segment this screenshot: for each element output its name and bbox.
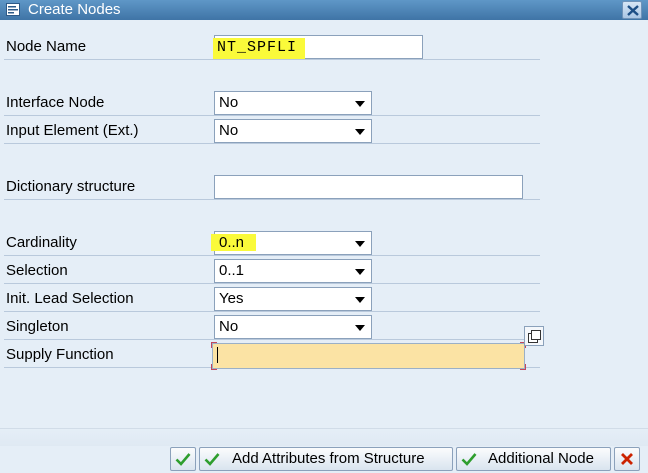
checkmark-icon [461, 453, 477, 466]
chevron-down-icon [355, 297, 365, 303]
footer-separator [0, 428, 648, 446]
corner-marker [211, 342, 217, 348]
interface-node-select[interactable]: No [214, 91, 372, 115]
cardinality-label: Cardinality [6, 234, 77, 251]
cancel-button[interactable] [614, 447, 640, 471]
corner-marker [211, 364, 217, 370]
input-element-label: Input Element (Ext.) [6, 122, 139, 139]
window-icon [6, 3, 20, 16]
ok-button[interactable] [170, 447, 196, 471]
supply-function-input[interactable] [211, 342, 526, 370]
node-name-input[interactable]: NT_SPFLI [213, 35, 423, 59]
dictionary-structure-input[interactable] [214, 175, 523, 199]
singleton-label: Singleton [6, 318, 69, 335]
cancel-x-icon [621, 453, 633, 465]
dictionary-structure-label: Dictionary structure [6, 178, 136, 195]
close-icon [627, 5, 639, 16]
cardinality-select[interactable]: 0..n [211, 231, 372, 255]
title-bar: Create Nodes [0, 0, 648, 20]
additional-node-button[interactable]: Additional Node [456, 447, 611, 471]
checkmark-icon [175, 453, 191, 466]
additional-node-label: Additional Node [488, 450, 594, 467]
selection-value: 0..1 [219, 262, 245, 279]
chevron-down-icon [355, 101, 365, 107]
input-element-value: No [219, 122, 239, 139]
interface-node-value: No [219, 94, 239, 111]
chevron-down-icon [355, 325, 365, 331]
chevron-down-icon [355, 269, 365, 275]
init-lead-selection-label: Init. Lead Selection [6, 290, 134, 307]
node-name-label: Node Name [6, 38, 87, 55]
supply-function-label: Supply Function [6, 346, 114, 363]
input-element-select[interactable]: No [214, 119, 372, 143]
value-help-icon [528, 330, 541, 343]
close-button[interactable] [622, 1, 642, 19]
form-area: Node Name NT_SPFLI Interface Node No Inp… [0, 20, 648, 420]
singleton-select[interactable]: No [214, 315, 372, 339]
add-attributes-label: Add Attributes from Structure [232, 450, 425, 467]
init-lead-selection-select[interactable]: Yes [214, 287, 372, 311]
window-title: Create Nodes [28, 1, 121, 18]
checkmark-icon [204, 453, 220, 466]
add-attributes-from-structure-button[interactable]: Add Attributes from Structure [199, 447, 453, 471]
chevron-down-icon [355, 241, 365, 247]
singleton-value: No [219, 318, 239, 335]
chevron-down-icon [355, 129, 365, 135]
text-cursor [217, 347, 218, 363]
selection-select[interactable]: 0..1 [214, 259, 372, 283]
node-name-value: NT_SPFLI [213, 38, 306, 59]
cardinality-value: 0..n [211, 234, 257, 251]
value-help-button[interactable] [524, 326, 544, 346]
init-lead-selection-value: Yes [219, 290, 244, 307]
selection-label: Selection [6, 262, 68, 279]
corner-marker [520, 364, 526, 370]
interface-node-label: Interface Node [6, 94, 105, 111]
